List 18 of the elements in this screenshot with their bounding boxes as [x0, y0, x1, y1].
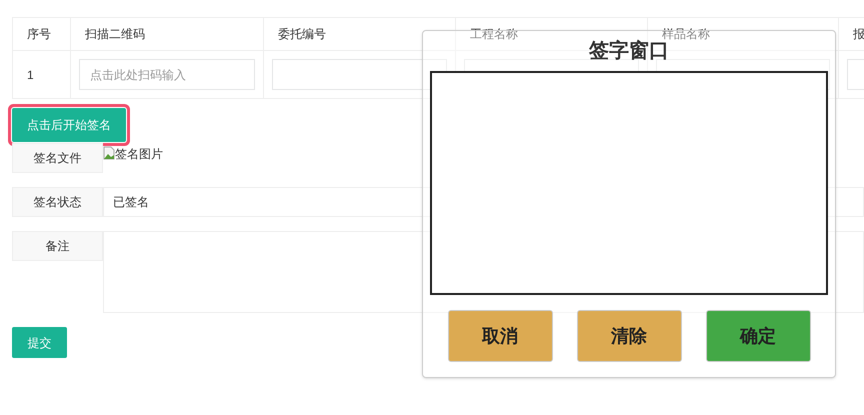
column-header: 委托编号: [278, 26, 326, 43]
field-label: 签名文件: [12, 143, 103, 173]
dialog-button[interactable]: 清除: [576, 310, 682, 362]
input-field[interactable]: [272, 59, 447, 90]
row-number: 1: [26, 66, 34, 84]
submit-button[interactable]: 提交: [12, 327, 67, 358]
column-header: 序号: [27, 26, 51, 43]
start-signing-button[interactable]: 点击后开始签名: [12, 108, 126, 142]
image-alt-text: 签名图片: [115, 146, 163, 163]
input-field[interactable]: 点击此处扫码输入: [79, 59, 255, 90]
field-label: 签名状态: [12, 187, 103, 217]
signature-pad[interactable]: [430, 71, 828, 295]
column-header: 扫描二维码: [85, 26, 145, 43]
dialog-title: 签字窗口: [589, 38, 669, 64]
dialog-button[interactable]: 取消: [448, 310, 552, 362]
broken-image-icon: [103, 146, 115, 160]
dialog-button[interactable]: 确定: [706, 310, 810, 362]
field-label: 备注: [12, 231, 103, 261]
